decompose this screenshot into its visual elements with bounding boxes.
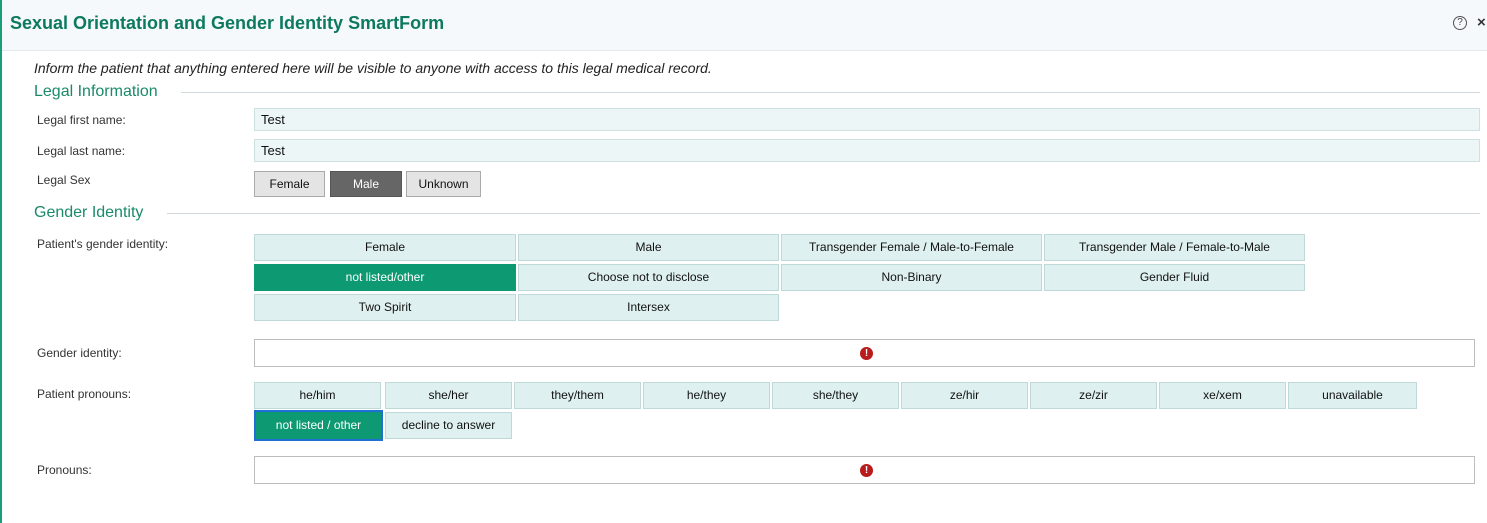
legal-first-name-label: Legal first name:: [37, 113, 126, 127]
legal-first-name-field[interactable]: Test: [254, 108, 1480, 131]
pronouns-text-label: Pronouns:: [37, 463, 92, 477]
gender-identity-text-label: Gender identity:: [37, 346, 122, 360]
pronoun-option-she-they[interactable]: she/they: [772, 382, 899, 409]
gender-identity-heading: Gender Identity: [34, 204, 144, 221]
legal-sex-label: Legal Sex: [37, 173, 91, 187]
gender-identity-input[interactable]: !: [254, 339, 1475, 367]
pronoun-option-unavailable[interactable]: unavailable: [1288, 382, 1417, 409]
left-accent-bar: [0, 0, 2, 523]
gender-option-not-listed[interactable]: not listed/other: [254, 264, 516, 291]
pronoun-option-she-her[interactable]: she/her: [385, 382, 512, 409]
form-header: Sexual Orientation and Gender Identity S…: [2, 0, 1487, 51]
gender-option-gender-fluid[interactable]: Gender Fluid: [1044, 264, 1305, 291]
legal-sex-unknown-button[interactable]: Unknown: [406, 171, 481, 197]
help-icon[interactable]: ?: [1453, 16, 1467, 30]
section-divider: [167, 213, 1480, 214]
legal-information-heading: Legal Information: [34, 83, 158, 100]
legal-last-name-label: Legal last name:: [37, 144, 126, 158]
pronoun-option-ze-hir[interactable]: ze/hir: [901, 382, 1028, 409]
legal-last-name-field[interactable]: Test: [254, 139, 1480, 162]
gender-identity-options-label: Patient's gender identity:: [37, 237, 169, 251]
gender-option-female[interactable]: Female: [254, 234, 516, 261]
pronouns-input[interactable]: !: [254, 456, 1475, 484]
pronoun-option-he-him[interactable]: he/him: [254, 382, 381, 409]
pronoun-option-decline[interactable]: decline to answer: [385, 412, 512, 439]
gender-option-non-binary[interactable]: Non-Binary: [781, 264, 1042, 291]
pronoun-option-he-they[interactable]: he/they: [643, 382, 770, 409]
close-icon[interactable]: ×: [1477, 14, 1486, 31]
privacy-notice: Inform the patient that anything entered…: [34, 60, 712, 76]
gender-option-intersex[interactable]: Intersex: [518, 294, 779, 321]
patient-pronouns-label: Patient pronouns:: [37, 387, 132, 401]
required-error-icon: !: [860, 347, 873, 360]
legal-sex-female-button[interactable]: Female: [254, 171, 325, 197]
gender-option-transgender-female[interactable]: Transgender Female / Male-to-Female: [781, 234, 1042, 261]
gender-option-two-spirit[interactable]: Two Spirit: [254, 294, 516, 321]
pronoun-option-xe-xem[interactable]: xe/xem: [1159, 382, 1286, 409]
pronoun-option-not-listed[interactable]: not listed / other: [254, 410, 383, 441]
legal-sex-male-button[interactable]: Male: [330, 171, 402, 197]
required-error-icon: !: [860, 464, 873, 477]
gender-option-not-disclose[interactable]: Choose not to disclose: [518, 264, 779, 291]
gender-option-transgender-male[interactable]: Transgender Male / Female-to-Male: [1044, 234, 1305, 261]
section-divider: [181, 92, 1480, 93]
form-title: Sexual Orientation and Gender Identity S…: [10, 13, 445, 33]
gender-option-male[interactable]: Male: [518, 234, 779, 261]
pronoun-option-they-them[interactable]: they/them: [514, 382, 641, 409]
pronoun-option-ze-zir[interactable]: ze/zir: [1030, 382, 1157, 409]
